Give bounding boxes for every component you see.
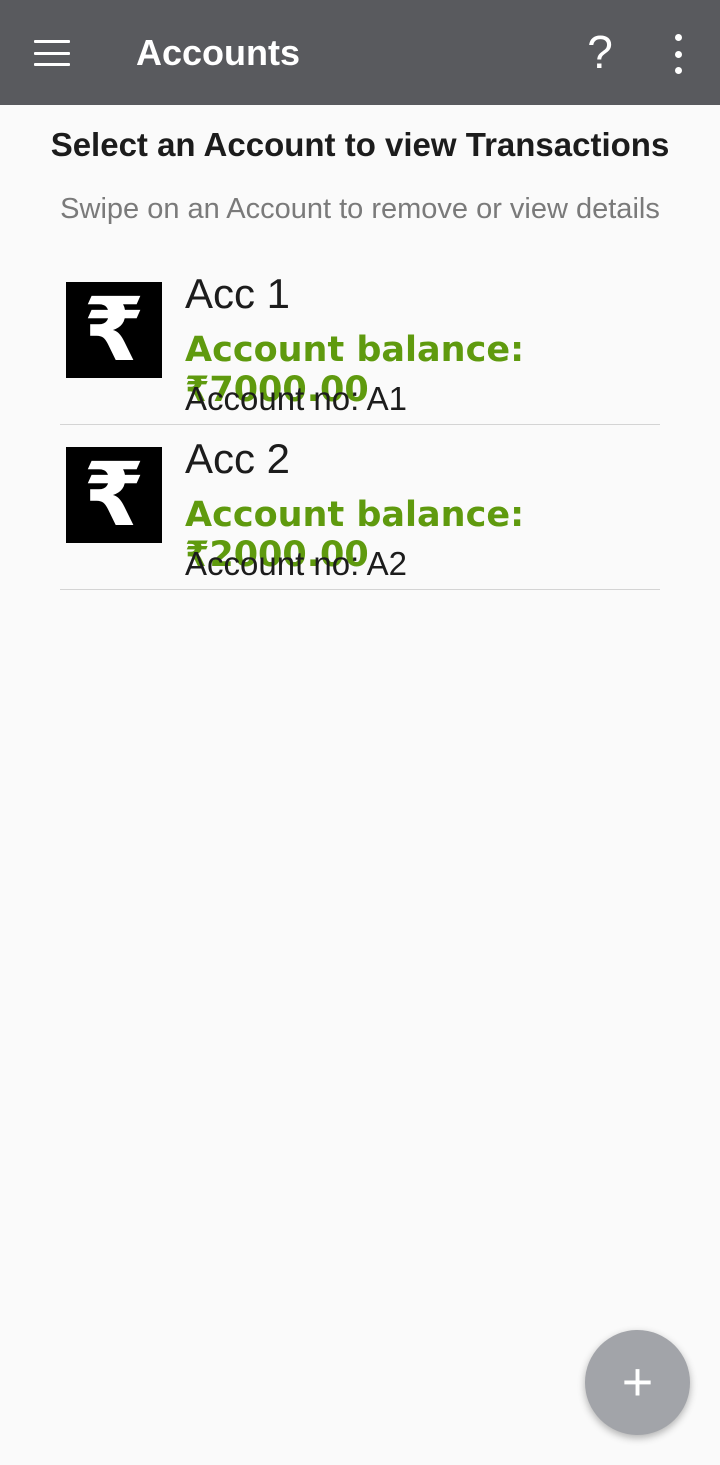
rupee-icon: ₹	[66, 282, 162, 378]
hamburger-menu-icon[interactable]	[34, 40, 70, 66]
add-account-button[interactable]: +	[585, 1330, 690, 1435]
page-title: Accounts	[136, 32, 301, 73]
app-bar: Accounts ?	[0, 0, 720, 105]
help-button[interactable]: ?	[580, 24, 620, 80]
account-number: Account no: A2	[185, 545, 407, 582]
account-list-item[interactable]: ₹ Acc 2 Account balance: ₹2000.00 Accoun…	[60, 425, 660, 590]
account-list-item[interactable]: ₹ Acc 1 Account balance: ₹7000.00 Accoun…	[60, 260, 660, 425]
instruction-heading: Select an Account to view Transactions	[50, 126, 670, 163]
instruction-subheading: Swipe on an Account to remove or view de…	[60, 193, 660, 225]
rupee-icon: ₹	[66, 447, 162, 543]
account-name: Acc 2	[185, 435, 291, 482]
account-name: Acc 1	[185, 270, 291, 317]
account-number: Account no: A1	[185, 380, 407, 417]
more-vert-icon[interactable]	[664, 34, 692, 74]
account-list: ₹ Acc 1 Account balance: ₹7000.00 Accoun…	[60, 260, 660, 590]
